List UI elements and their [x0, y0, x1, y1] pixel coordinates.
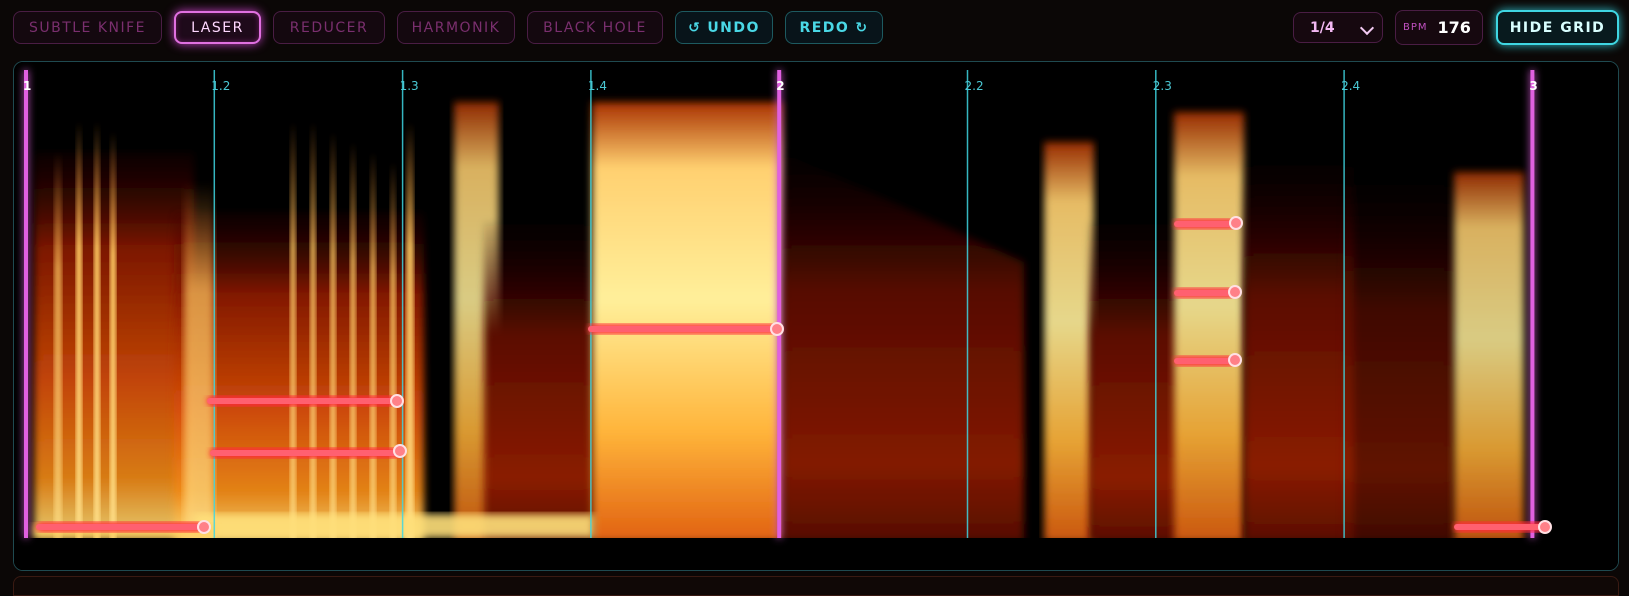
laser-handle[interactable]	[1228, 285, 1242, 299]
tool-harmonik-button[interactable]: HARMONIK	[397, 11, 515, 44]
chevron-down-icon	[1359, 20, 1375, 36]
tool-black-hole-button[interactable]: BLACK HOLE	[527, 11, 663, 44]
beat-label: 2.3	[1153, 79, 1172, 93]
tool-subtle-knife-button[interactable]: SUBTLE KNIFE	[13, 11, 162, 44]
laser-handle[interactable]	[393, 444, 407, 458]
bpm-field[interactable]: BPM 176	[1395, 10, 1483, 45]
laser-line	[588, 322, 784, 336]
beat-label: 3	[1529, 79, 1537, 93]
laser-handle[interactable]	[390, 394, 404, 408]
redo-label: REDO	[799, 19, 850, 36]
beat-label: 1.2	[211, 79, 230, 93]
laser-handle[interactable]	[1228, 353, 1242, 367]
bottom-panel	[13, 576, 1619, 596]
laser-handle[interactable]	[1229, 216, 1243, 230]
laser-line	[207, 394, 404, 408]
undo-label: UNDO	[707, 19, 760, 36]
redo-button[interactable]: REDO ↻	[785, 11, 883, 44]
bpm-label: BPM	[1403, 22, 1428, 33]
grid-division-select[interactable]: 1/4	[1293, 12, 1383, 43]
laser-handle[interactable]	[770, 322, 784, 336]
hide-grid-button[interactable]: HIDE GRID	[1496, 10, 1619, 45]
laser-handle[interactable]	[1538, 520, 1552, 534]
undo-icon: ↺	[688, 19, 702, 36]
beat-label: 1.4	[588, 79, 607, 93]
laser-handle[interactable]	[197, 520, 211, 534]
tool-laser-button[interactable]: LASER	[174, 11, 261, 44]
beat-label: 1.3	[400, 79, 419, 93]
laser-line	[1454, 520, 1552, 534]
beat-label: 2.2	[965, 79, 984, 93]
toolbar: SUBTLE KNIFE LASER REDUCER HARMONIK BLAC…	[0, 0, 1629, 58]
tool-reducer-button[interactable]: REDUCER	[273, 11, 385, 44]
spectrogram-image	[14, 62, 1618, 570]
beat-label: 1	[23, 79, 31, 93]
beat-label: 2.4	[1341, 79, 1360, 93]
redo-icon: ↻	[855, 19, 869, 36]
spectrogram-svg[interactable]: 1 1.2 1.3 1.4 2 2.2 2.3 2.4 3	[14, 62, 1619, 571]
grid-division-value: 1/4	[1310, 19, 1335, 36]
bpm-value[interactable]: 176	[1438, 18, 1471, 37]
spectrogram-canvas[interactable]: 1 1.2 1.3 1.4 2 2.2 2.3 2.4 3	[13, 61, 1619, 571]
laser-line	[36, 520, 211, 534]
undo-button[interactable]: ↺ UNDO	[675, 11, 773, 44]
beat-label: 2	[776, 79, 784, 93]
